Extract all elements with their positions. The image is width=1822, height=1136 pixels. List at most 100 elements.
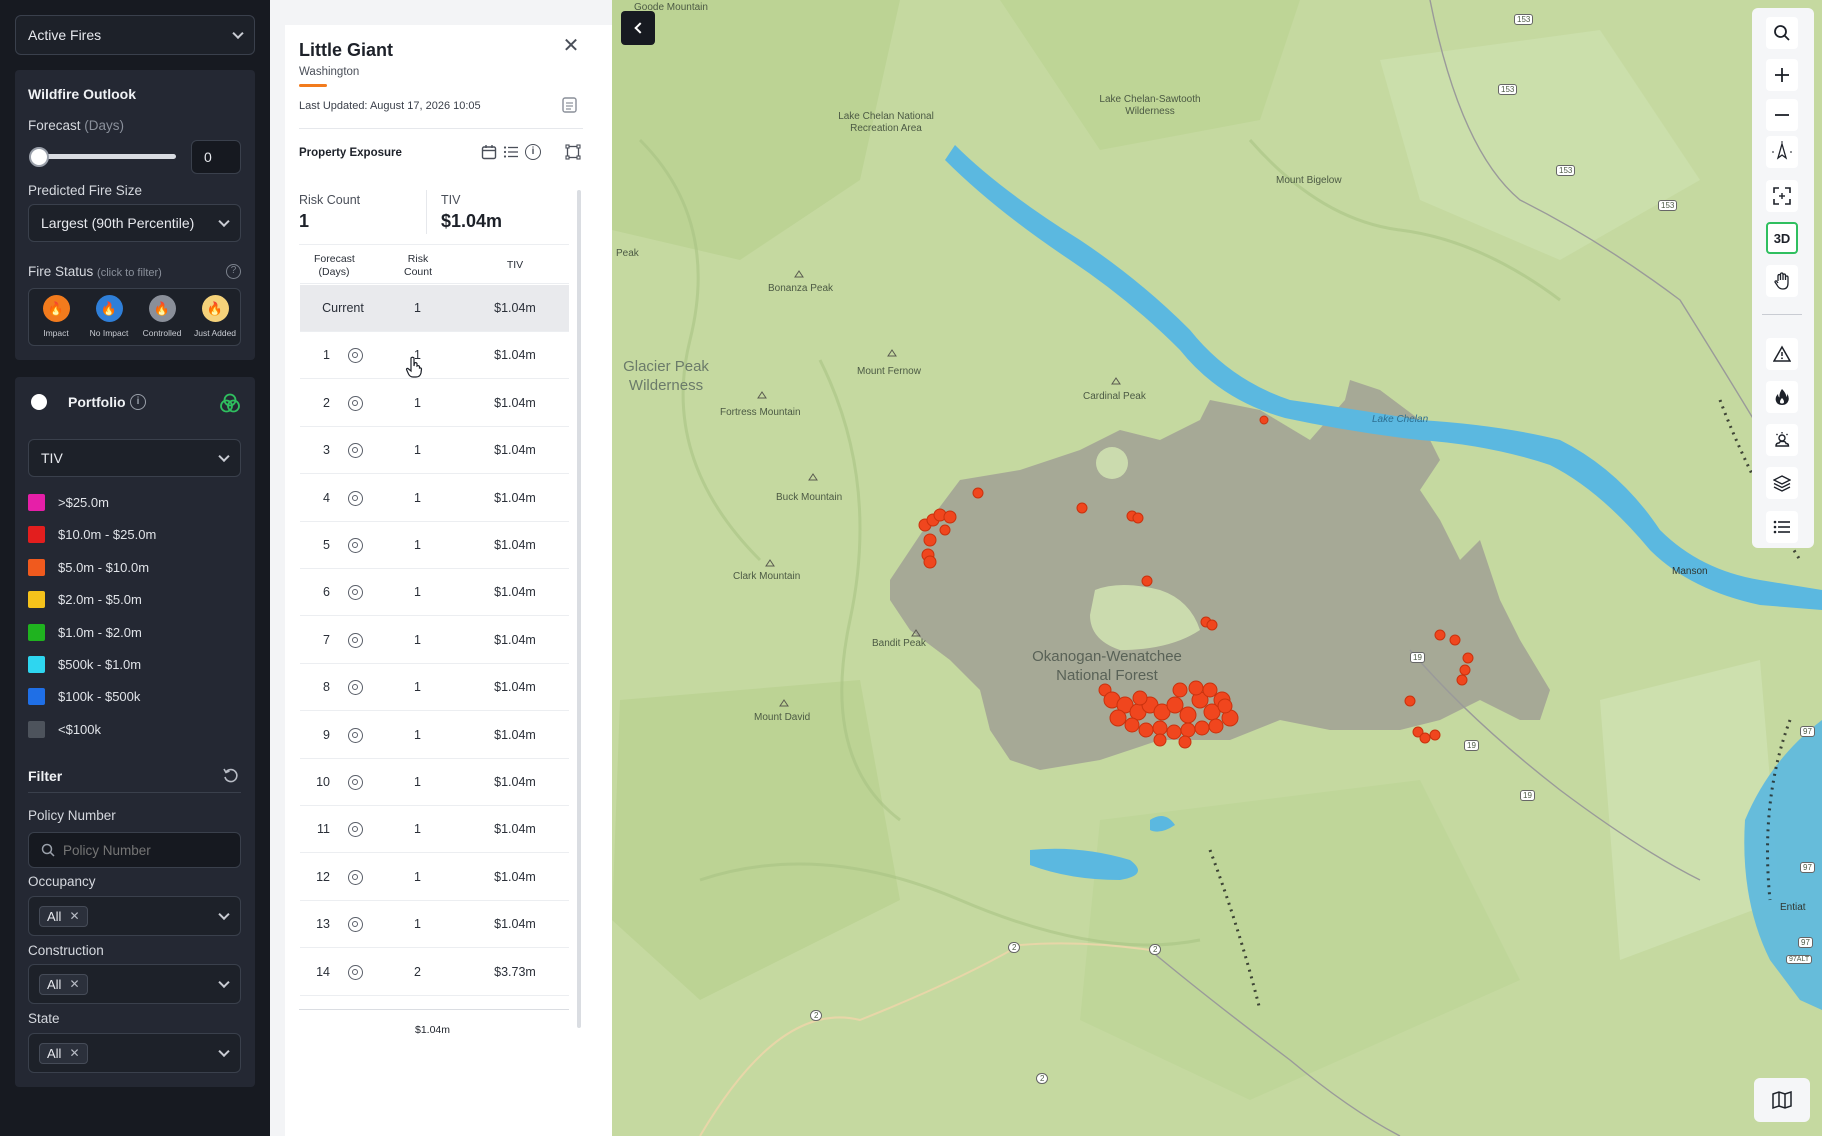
- table-row[interactable]: 10 1 $1.04m: [300, 759, 569, 806]
- zoom-in-button[interactable]: [1766, 59, 1798, 91]
- zoom-out-button[interactable]: [1766, 99, 1798, 131]
- table-row[interactable]: 5 1 $1.04m: [300, 522, 569, 569]
- remove-icon[interactable]: ✕: [69, 977, 79, 991]
- layers-button[interactable]: [1766, 467, 1798, 499]
- table-scrollbar[interactable]: [577, 190, 581, 1028]
- target-icon[interactable]: [348, 348, 363, 364]
- occupancy-label: Occupancy: [28, 874, 96, 889]
- list-icon[interactable]: [503, 144, 519, 160]
- table-row[interactable]: 9 1 $1.04m: [300, 712, 569, 759]
- help-icon[interactable]: ?: [226, 264, 241, 279]
- construction-select[interactable]: All ✕: [28, 964, 241, 1004]
- map-canvas[interactable]: Goode Mountain Lake Chelan National Recr…: [612, 0, 1822, 1136]
- occupancy-chip[interactable]: All ✕: [39, 905, 88, 927]
- table-row[interactable]: Current 1 $1.04m: [300, 285, 569, 332]
- weather-layer-button[interactable]: [1766, 424, 1798, 456]
- table-row[interactable]: 7 1 $1.04m: [300, 617, 569, 664]
- status-controlled[interactable]: 🔥 Controlled: [135, 295, 189, 338]
- forecast-slider-track[interactable]: [36, 154, 176, 159]
- construction-chip[interactable]: All ✕: [39, 973, 88, 995]
- info-icon[interactable]: i: [525, 144, 541, 160]
- layer-select[interactable]: Active Fires: [15, 15, 255, 55]
- target-icon[interactable]: [348, 443, 363, 459]
- table-row[interactable]: 13 1 $1.04m: [300, 901, 569, 949]
- forecast-day: 9: [323, 727, 330, 742]
- tiv-value: $1.04m: [441, 211, 503, 231]
- risk-count-cell: 1: [414, 632, 421, 647]
- forecast-days-input[interactable]: 0: [191, 140, 241, 174]
- target-icon[interactable]: [348, 869, 363, 885]
- list-icon: [1773, 520, 1790, 534]
- portfolio-metric-select[interactable]: TIV: [28, 439, 241, 477]
- table-row[interactable]: 6 1 $1.04m: [300, 569, 569, 617]
- calendar-icon[interactable]: [481, 144, 497, 160]
- table-row[interactable]: 4 1 $1.04m: [300, 475, 569, 522]
- policy-number-field[interactable]: [28, 832, 241, 868]
- route-shield: 97: [1798, 937, 1813, 948]
- portfolio-toggle[interactable]: [31, 394, 47, 410]
- status-just-added[interactable]: 🔥 Just Added: [188, 295, 242, 338]
- pan-button[interactable]: [1766, 265, 1798, 297]
- legend-item: $5.0m - $10.0m: [28, 557, 149, 577]
- target-icon[interactable]: [348, 727, 363, 743]
- expand-icon[interactable]: [565, 144, 581, 160]
- legend-label: $500k - $1.0m: [58, 656, 142, 672]
- state-select[interactable]: All ✕: [28, 1033, 241, 1073]
- compass-button[interactable]: [1766, 136, 1798, 168]
- table-row[interactable]: 12 1 $1.04m: [300, 854, 569, 901]
- search-button[interactable]: [1766, 17, 1798, 49]
- hand-icon: [1774, 272, 1789, 290]
- status-label: No Impact: [89, 328, 129, 338]
- fires-layer-button[interactable]: [1766, 381, 1798, 413]
- target-icon[interactable]: [348, 538, 363, 553]
- table-row[interactable]: 11 1 $1.04m: [300, 806, 569, 854]
- reset-icon[interactable]: [222, 767, 240, 785]
- table-row[interactable]: 3 1 $1.04m: [300, 427, 569, 475]
- report-icon[interactable]: [561, 96, 579, 114]
- remove-icon[interactable]: ✕: [69, 1046, 79, 1060]
- table-row[interactable]: 1 1 $1.04m: [300, 332, 569, 380]
- target-icon[interactable]: [348, 490, 363, 506]
- chevron-down-icon: [218, 976, 230, 989]
- table-row[interactable]: 14 2 $3.73m: [300, 949, 569, 996]
- status-impact[interactable]: 🔥 Impact: [29, 295, 83, 338]
- target-icon[interactable]: [348, 964, 363, 980]
- target-icon[interactable]: [348, 680, 363, 696]
- tiv-cell: $1.04m: [494, 395, 536, 410]
- table-row[interactable]: 8 1 $1.04m: [300, 664, 569, 712]
- forecast-slider-thumb[interactable]: [29, 147, 49, 167]
- fit-bounds-button[interactable]: [1766, 180, 1798, 212]
- policy-number-input[interactable]: [63, 842, 223, 858]
- risk-count-cell: 2: [414, 964, 421, 979]
- property-exposure-title: Property Exposure: [299, 147, 402, 159]
- portfolio-layers-icon[interactable]: [219, 392, 241, 414]
- state-chip[interactable]: All ✕: [39, 1042, 88, 1064]
- three-d-button[interactable]: 3D: [1766, 222, 1798, 254]
- tiv-cell: $1.04m: [494, 680, 536, 695]
- table-row[interactable]: 2 1 $1.04m: [300, 380, 569, 427]
- close-icon[interactable]: ✕: [561, 36, 581, 56]
- occupancy-select[interactable]: All ✕: [28, 896, 241, 936]
- legend-label: $100k - $500k: [58, 688, 141, 704]
- target-icon[interactable]: [348, 395, 363, 411]
- target-icon[interactable]: [348, 632, 363, 648]
- chevron-down-icon: [218, 1045, 230, 1058]
- collapse-panel-button[interactable]: [621, 11, 655, 45]
- target-icon[interactable]: [348, 822, 363, 838]
- status-no-impact[interactable]: 🔥 No Impact: [82, 295, 136, 338]
- route-shield: 153: [1514, 14, 1534, 25]
- info-icon[interactable]: i: [130, 394, 146, 410]
- tiv-cell: $1.04m: [494, 822, 536, 837]
- target-icon[interactable]: [348, 775, 363, 790]
- legend-label: $1.0m - $2.0m: [58, 624, 142, 640]
- three-d-label: 3D: [1773, 230, 1791, 246]
- forecast-day: 2: [323, 395, 330, 410]
- remove-icon[interactable]: ✕: [69, 909, 79, 923]
- fire-size-select[interactable]: Largest (90th Percentile): [28, 204, 241, 242]
- legend-list-button[interactable]: [1766, 511, 1798, 543]
- basemap-button[interactable]: [1754, 1078, 1810, 1122]
- target-icon[interactable]: [348, 917, 363, 933]
- alerts-button[interactable]: [1766, 338, 1798, 370]
- legend-label: $2.0m - $5.0m: [58, 591, 142, 607]
- target-icon[interactable]: [348, 585, 363, 601]
